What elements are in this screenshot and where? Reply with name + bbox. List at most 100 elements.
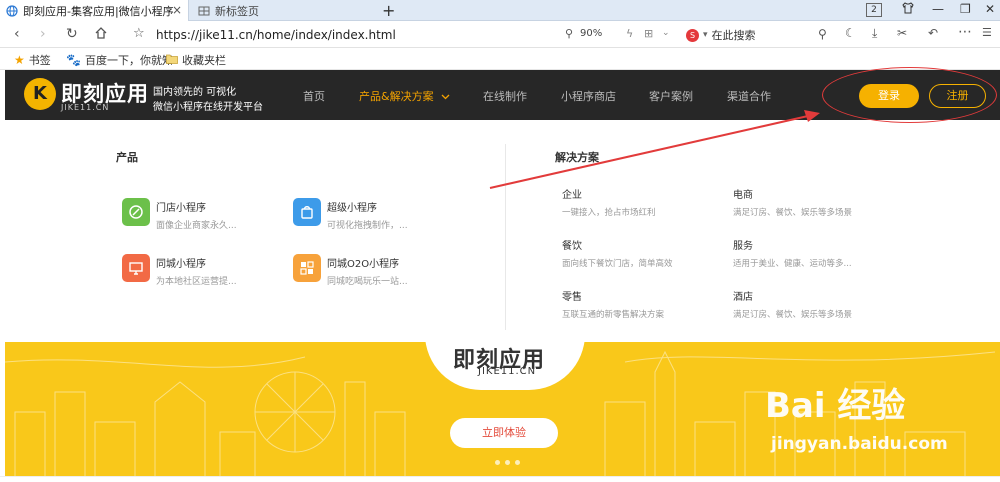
bookmark-item[interactable]: 收藏夹栏: [166, 52, 226, 68]
forward-icon[interactable]: ›: [40, 26, 46, 42]
solution-ecommerce[interactable]: 电商 满足订房、餐饮、娱乐等多场景: [733, 186, 852, 218]
highlight-ellipse: [822, 67, 997, 123]
address-bar[interactable]: https://jike11.cn/home/index/index.html: [156, 28, 396, 42]
minimize-icon[interactable]: —: [932, 2, 944, 16]
product-name: 同城小程序: [156, 259, 206, 270]
zoom-icon[interactable]: ⚲: [565, 27, 573, 40]
back-icon[interactable]: ‹: [14, 26, 20, 42]
tab-new-tab[interactable]: 新标签页: [190, 0, 370, 21]
browser-toolbar: ‹ › ↻ ☆ https://jike11.cn/home/index/ind…: [0, 22, 1000, 48]
solution-desc: 适用于美业、健康、运动等多...: [733, 259, 852, 269]
solution-desc: 满足订房、餐饮、娱乐等多场景: [733, 208, 853, 218]
product-desc: 可视化拖拽制作，...: [327, 221, 408, 231]
solution-desc: 面向线下餐饮门店，简单高效: [562, 259, 673, 269]
folder-icon: [166, 53, 178, 67]
download-icon[interactable]: ⤓: [872, 26, 877, 41]
chevron-down-icon: ▾: [703, 30, 708, 40]
tab-count-badge[interactable]: 2: [866, 3, 882, 17]
bookmark-label: 百度一下，你就知: [84, 54, 173, 67]
bookmark-item[interactable]: ★ 书签: [14, 52, 51, 68]
scissors-icon[interactable]: ✂: [897, 26, 907, 40]
product-desc: 为本地社区运营提...: [156, 277, 237, 287]
search-box[interactable]: S ▾ 在此搜索: [686, 27, 756, 43]
bookmark-label: 书签: [28, 54, 51, 67]
tab-title: 即刻应用-集客应用|微信小程序工具: [23, 4, 173, 18]
products-solutions-dropdown: 产品 解决方案 门店小程序 面像企业商家永久... 超级小程序 可视化拖拽制作，…: [5, 120, 1000, 342]
solution-name: 电商: [733, 190, 753, 201]
nav-cases[interactable]: 客户案例: [649, 88, 693, 104]
product-super-mini-program[interactable]: 超级小程序 可视化拖拽制作，...: [293, 198, 408, 231]
bookmark-item[interactable]: 🐾 百度一下，你就知: [66, 52, 173, 68]
solution-services[interactable]: 服务 适用于美业、健康、运动等多...: [733, 237, 852, 269]
page-bottom-strip: [0, 476, 1000, 482]
solution-hotel[interactable]: 酒店 满足订房、餐饮、娱乐等多场景: [733, 288, 852, 320]
nav-mini-program-store[interactable]: 小程序商店: [561, 88, 616, 104]
slogan-line-1: 国内领先的 可视化: [153, 87, 237, 98]
close-icon[interactable]: ×: [172, 3, 182, 17]
carousel-dots[interactable]: [495, 460, 520, 465]
search-icon[interactable]: ⚲: [818, 27, 827, 41]
undo-icon[interactable]: ↶: [928, 26, 938, 40]
hero-banner: 即刻应用 JIKE11.CN 立即体验 Bai 经验 jingyan.baidu…: [5, 342, 1000, 476]
nav-online-build[interactable]: 在线制作: [483, 88, 527, 104]
solution-desc: 满足订房、餐饮、娱乐等多场景: [733, 310, 853, 320]
solution-name: 服务: [733, 241, 753, 252]
moon-icon[interactable]: ☾: [845, 26, 856, 40]
reload-icon[interactable]: ↻: [66, 26, 78, 42]
tab-title: 新标签页: [215, 4, 259, 18]
solution-name: 餐饮: [562, 241, 582, 252]
bookmarks-bar: ★ 书签 🐾 百度一下，你就知 收藏夹栏: [0, 49, 1000, 70]
grid-list-icon: [293, 254, 321, 282]
search-engine-icon[interactable]: S: [686, 28, 699, 42]
close-window-icon[interactable]: ✕: [985, 2, 995, 16]
nav-partners[interactable]: 渠道合作: [727, 88, 771, 104]
zoom-level[interactable]: 90%: [580, 28, 602, 39]
search-placeholder: 在此搜索: [711, 29, 756, 42]
baidu-paw-icon: 🐾: [66, 53, 81, 67]
logo-domain: JIKE11.CN: [61, 103, 110, 112]
solutions-heading: 解决方案: [555, 151, 599, 164]
slogan-line-2: 微信小程序在线开发平台: [153, 102, 263, 113]
star-icon[interactable]: ☆: [133, 26, 145, 41]
nav-label: 产品&解决方案: [359, 90, 434, 103]
nav-products-solutions[interactable]: 产品&解决方案: [359, 88, 450, 104]
shirt-icon[interactable]: [902, 2, 914, 17]
baidu-jingyan-watermark: Bai 经验: [765, 386, 906, 426]
shopping-bag-icon: [293, 198, 321, 226]
banner-subtitle: JIKE11.CN: [478, 366, 537, 377]
lightning-icon[interactable]: ϟ: [626, 27, 633, 40]
solution-desc: 互联互通的新零售解决方案: [562, 310, 665, 320]
globe-icon: [6, 4, 18, 17]
product-city-mini-program[interactable]: 同城小程序 为本地社区运营提...: [122, 254, 237, 287]
new-tab-button[interactable]: +: [382, 1, 395, 20]
monitor-icon: [122, 254, 150, 282]
solution-desc: 一键接入，抢占市场红利: [562, 208, 656, 218]
product-name: 同城O2O小程序: [327, 259, 400, 270]
menu-lines-icon[interactable]: ☰: [982, 26, 992, 39]
home-icon[interactable]: [94, 26, 108, 44]
page-grid-icon: [198, 5, 210, 17]
chevron-down-icon[interactable]: ⌄: [662, 28, 670, 38]
chevron-down-icon: [441, 90, 450, 103]
browser-tab-bar: 即刻应用-集客应用|微信小程序工具 × 新标签页 + 2 — ❐ ✕: [0, 0, 1000, 21]
star-filled-icon: ★: [14, 53, 25, 67]
product-desc: 面像企业商家永久...: [156, 221, 237, 231]
product-city-o2o-mini-program[interactable]: 同城O2O小程序 同城吃喝玩乐一站...: [293, 254, 408, 287]
solution-retail[interactable]: 零售 互联互通的新零售解决方案: [562, 288, 664, 320]
product-name: 超级小程序: [327, 203, 377, 214]
products-heading: 产品: [116, 151, 138, 164]
solution-name: 酒店: [733, 292, 753, 303]
tab-jike[interactable]: 即刻应用-集客应用|微信小程序工具 ×: [0, 0, 189, 21]
solution-enterprise[interactable]: 企业 一键接入，抢占市场红利: [562, 186, 656, 218]
baidu-jingyan-url: jingyan.baidu.com: [771, 434, 948, 454]
solution-catering[interactable]: 餐饮 面向线下餐饮门店，简单高效: [562, 237, 673, 269]
product-store-mini-program[interactable]: 门店小程序 面像企业商家永久...: [122, 198, 237, 231]
grid-icon[interactable]: ⊞: [644, 27, 653, 40]
nav-home[interactable]: 首页: [303, 88, 325, 104]
logo-mark[interactable]: K: [24, 78, 56, 110]
menu-icon[interactable]: ⋯: [958, 24, 972, 40]
bookmark-label: 收藏夹栏: [182, 54, 226, 67]
product-desc: 同城吃喝玩乐一站...: [327, 277, 408, 287]
try-now-button[interactable]: 立即体验: [450, 418, 558, 448]
restore-icon[interactable]: ❐: [960, 2, 971, 16]
